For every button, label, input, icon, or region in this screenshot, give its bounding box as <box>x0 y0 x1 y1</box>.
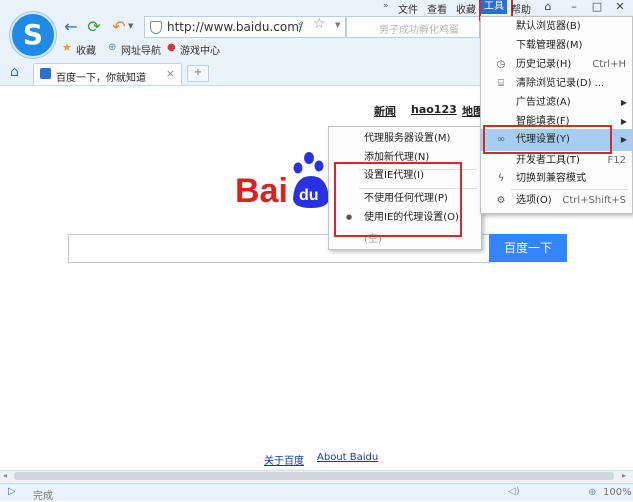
tools-ad-filter[interactable]: 广告过滤(A) ▶ <box>481 93 632 112</box>
home-icon[interactable]: ⌂ <box>10 64 19 80</box>
submenu-arrow-icon: ▶ <box>620 135 627 144</box>
baidu-logo: Bai du <box>235 152 329 210</box>
status-play-icon[interactable]: ▷ <box>8 486 16 497</box>
menu-file[interactable]: 文件 <box>398 1 418 16</box>
bolt-icon[interactable]: ⚡ <box>296 18 304 32</box>
refresh-icon[interactable]: ⟳ <box>85 18 103 36</box>
star-icon[interactable]: ☆ <box>313 16 326 32</box>
menu-arrows-icon[interactable]: » <box>383 1 389 11</box>
scrollbar-thumb[interactable] <box>14 472 614 480</box>
close-window-icon[interactable]: ✕ <box>612 0 628 14</box>
svg-text:Bai: Bai <box>235 172 288 210</box>
favorites-item-collect[interactable]: 收藏 <box>76 42 96 57</box>
menu-separator <box>511 189 628 190</box>
scroll-right-icon[interactable]: ▸ <box>622 471 626 480</box>
proxy-highlight-box <box>483 125 612 154</box>
back-icon[interactable]: ← <box>62 18 80 36</box>
tab-title: 百度一下，你就知道 <box>56 73 146 84</box>
menu-help[interactable]: 帮助 <box>511 1 531 16</box>
nav-link-hao123[interactable]: hao123 <box>411 103 457 116</box>
maximize-icon[interactable]: □ <box>589 0 605 14</box>
search-placeholder: 男子成功孵化鸡蛋 <box>379 25 459 36</box>
tools-clear-history[interactable]: ⌸ 清除浏览记录(D) ... <box>481 74 632 93</box>
status-bar: ▷ 完成 ◁) ⊕ 100% <box>0 483 633 502</box>
baidu-paw-icon <box>40 68 51 79</box>
trash-icon: ⌸ <box>498 78 504 89</box>
menu-view[interactable]: 查看 <box>427 1 447 16</box>
gear-icon: ⚙ <box>496 195 506 206</box>
address-dropdown-icon[interactable]: ▼ <box>335 21 340 29</box>
clock-icon: ◷ <box>496 59 506 70</box>
proxy-server-settings[interactable]: 代理服务器设置(M) <box>329 129 481 148</box>
bolt-icon: ϟ <box>497 173 505 184</box>
tools-compat-mode[interactable]: ϟ 切换到兼容模式 <box>481 169 632 188</box>
baidu-search-button[interactable]: 百度一下 <box>489 234 567 262</box>
submenu-arrow-icon: ▶ <box>620 98 627 107</box>
new-tab-button[interactable]: + <box>187 65 209 82</box>
undo-dropdown-icon[interactable]: ▼ <box>128 22 133 30</box>
zoom-level[interactable]: 100% <box>603 487 632 498</box>
ie-proxy-highlight-box <box>334 162 462 237</box>
address-url: http://www.baidu.com/ <box>167 20 303 34</box>
favorites-item-games[interactable]: 游戏中心 <box>180 42 220 57</box>
game-icon: ● <box>167 42 176 53</box>
menu-favorites[interactable]: 收藏 <box>456 1 476 16</box>
shield-icon <box>150 21 162 34</box>
minimize-icon[interactable]: – <box>566 0 582 14</box>
tools-history[interactable]: ◷ 历史记录(H) Ctrl+H <box>481 55 632 74</box>
tools-menu: 默认浏览器(B) 下载管理器(M) ◷ 历史记录(H) Ctrl+H ⌸ 清除浏… <box>480 16 633 214</box>
search-box[interactable]: 男子成功孵化鸡蛋 <box>346 16 480 38</box>
tab-baidu[interactable]: 百度一下，你就知道 × <box>33 63 182 85</box>
tools-default-browser[interactable]: 默认浏览器(B) <box>481 17 632 36</box>
footer-link-about-en[interactable]: About Baidu <box>317 452 378 463</box>
tools-download-manager[interactable]: 下载管理器(M) <box>481 36 632 55</box>
svg-text:du: du <box>299 187 319 204</box>
undo-icon[interactable]: ↶ <box>110 18 128 36</box>
favorites-star-icon: ★ <box>62 41 72 54</box>
tab-close-icon[interactable]: × <box>166 67 175 80</box>
zoom-icon[interactable]: ⊕ <box>588 487 596 498</box>
browser-logo: S <box>10 12 56 58</box>
tools-options[interactable]: ⚙ 选项(O) Ctrl+Shift+S <box>481 191 632 210</box>
volume-icon[interactable]: ◁) <box>508 486 520 497</box>
scroll-left-icon[interactable]: ◂ <box>3 471 7 480</box>
globe-icon: ⊕ <box>108 42 117 53</box>
footer-link-about[interactable]: 关于百度 <box>264 452 304 467</box>
skin-icon[interactable]: ⌂ <box>540 0 556 14</box>
nav-link-news[interactable]: 新闻 <box>374 103 396 119</box>
favorites-item-nav[interactable]: 网址导航 <box>121 42 161 57</box>
